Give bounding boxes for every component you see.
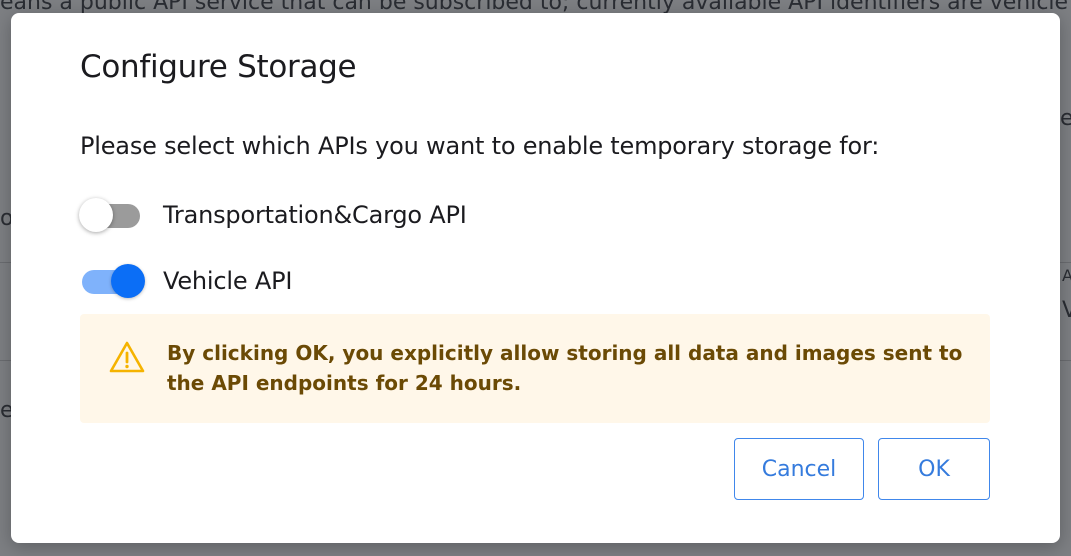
toggle-row-transportation-cargo-api: Transportation&Cargo API: [79, 195, 467, 235]
background-text-fragment: A: [1062, 266, 1071, 285]
warning-alert: By clicking OK, you explicitly allow sto…: [80, 314, 990, 423]
toggle-knob: [111, 264, 145, 298]
toggle-row-vehicle-api: Vehicle API: [79, 261, 292, 301]
cancel-button[interactable]: Cancel: [734, 438, 864, 500]
background-text-fragment: e: [1060, 106, 1071, 131]
transportation-cargo-api-label: Transportation&Cargo API: [163, 201, 467, 229]
warning-triangle-icon: [109, 341, 145, 373]
configure-storage-dialog: Configure Storage Please select which AP…: [11, 13, 1060, 543]
dialog-title: Configure Storage: [80, 49, 357, 85]
dialog-prompt: Please select which APIs you want to ena…: [80, 132, 880, 160]
background-text-fragment: V: [1062, 298, 1071, 323]
vehicle-api-label: Vehicle API: [163, 267, 293, 295]
ok-button[interactable]: OK: [878, 438, 990, 500]
vehicle-api-toggle[interactable]: [79, 263, 145, 299]
warning-message: By clicking OK, you explicitly allow sto…: [167, 341, 963, 395]
transportation-cargo-api-toggle[interactable]: [79, 197, 145, 233]
toggle-knob: [79, 198, 113, 232]
